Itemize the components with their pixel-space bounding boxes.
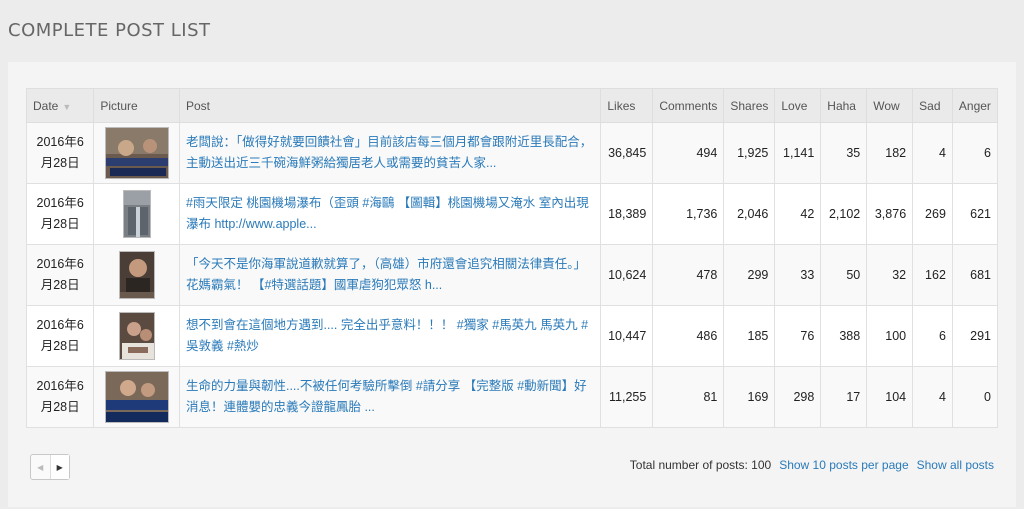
- table-header-row: Date ▼ Picture Post Likes Comments Shares…: [25, 88, 999, 123]
- show-all-posts-link[interactable]: Show all posts: [917, 458, 994, 472]
- picture-cell: [93, 366, 180, 428]
- sad-cell: 4: [912, 122, 953, 184]
- shares-cell: 185: [723, 305, 776, 367]
- chevron-left-icon[interactable]: ◀: [31, 455, 51, 479]
- post-thumbnail[interactable]: [122, 190, 151, 238]
- anger-cell: 681: [951, 244, 999, 306]
- haha-cell: 388: [820, 305, 868, 367]
- date-cell: 2016年6月28日: [25, 244, 95, 306]
- shares-cell: 1,925: [723, 122, 776, 184]
- picture-cell: [93, 244, 180, 306]
- comments-cell: 478: [652, 244, 725, 306]
- sad-cell: 4: [912, 366, 953, 428]
- column-header-date[interactable]: Date ▼: [25, 88, 95, 123]
- post-thumbnail[interactable]: [118, 312, 155, 360]
- post-link[interactable]: #雨天限定 桃園機場瀑布（歪頭 #海鷗 【圖輯】桃園機場又淹水 室內出現瀑布 h…: [186, 196, 589, 231]
- anger-cell: 6: [951, 122, 999, 184]
- column-header-haha[interactable]: Haha: [820, 88, 868, 123]
- column-header-picture[interactable]: Picture: [93, 88, 180, 123]
- wow-cell: 104: [866, 366, 914, 428]
- comments-cell: 486: [652, 305, 725, 367]
- page-title: COMPLETE POST LIST: [8, 20, 211, 41]
- post-link[interactable]: 「今天不是你海軍說道歉就算了，（高雄）市府還會追究相關法律責任。」花媽霸氣！ 【…: [186, 257, 586, 292]
- comments-cell: 1,736: [652, 183, 725, 245]
- column-header-wow[interactable]: Wow: [866, 88, 914, 123]
- column-header-anger[interactable]: Anger: [951, 88, 999, 123]
- sort-down-icon[interactable]: ▼: [62, 102, 71, 112]
- anger-cell: 291: [951, 305, 999, 367]
- post-thumbnail[interactable]: [118, 251, 155, 299]
- sad-cell: 6: [912, 305, 953, 367]
- post-link[interactable]: 生命的力量與韌性....不被任何考驗所擊倒 #請分享 【完整版 #動新聞】好消息…: [186, 379, 587, 414]
- column-header-post[interactable]: Post: [178, 88, 602, 123]
- wow-cell: 100: [866, 305, 914, 367]
- column-header-love[interactable]: Love: [774, 88, 822, 123]
- column-header-shares[interactable]: Shares: [723, 88, 776, 123]
- wow-cell: 32: [866, 244, 914, 306]
- wow-cell: 3,876: [866, 183, 914, 245]
- post-cell: 「今天不是你海軍說道歉就算了，（高雄）市府還會追究相關法律責任。」花媽霸氣！ 【…: [178, 244, 602, 306]
- comments-cell: 81: [652, 366, 725, 428]
- table-row: 2016年6月28日 想不到會在這個地方遇到.... 完全出乎意料！！！ #獨家…: [25, 305, 999, 367]
- haha-cell: 17: [820, 366, 868, 428]
- date-cell: 2016年6月28日: [25, 366, 95, 428]
- shares-cell: 299: [723, 244, 776, 306]
- table-row: 2016年6月28日 「今天不是你海軍說道歉就算了，（高雄）市府還會追究相關法律…: [25, 244, 999, 306]
- likes-cell: 36,845: [600, 122, 654, 184]
- sad-cell: 269: [912, 183, 953, 245]
- likes-cell: 18,389: [600, 183, 654, 245]
- table-row: 2016年6月28日 老闆說：「做得好就要回饋社會」目前該店每三個月都會跟附近里…: [25, 122, 999, 184]
- post-table: Date ▼ Picture Post Likes Comments Shares…: [25, 88, 999, 428]
- date-cell: 2016年6月28日: [25, 122, 95, 184]
- total-posts-count: Total number of posts: 100: [629, 458, 772, 472]
- post-link[interactable]: 想不到會在這個地方遇到.... 完全出乎意料！！！ #獨家 #馬英九 馬英九 #…: [186, 318, 588, 353]
- date-cell: 2016年6月28日: [25, 305, 95, 367]
- haha-cell: 50: [820, 244, 868, 306]
- post-cell: 老闆說：「做得好就要回饋社會」目前該店每三個月都會跟附近里長配合，主動送出近三千…: [178, 122, 602, 184]
- haha-cell: 35: [820, 122, 868, 184]
- pagination-control: ◀ ▶: [30, 454, 70, 480]
- likes-cell: 10,447: [600, 305, 654, 367]
- likes-cell: 10,624: [600, 244, 654, 306]
- chevron-right-icon[interactable]: ▶: [50, 455, 69, 479]
- picture-cell: [93, 122, 180, 184]
- love-cell: 42: [774, 183, 822, 245]
- post-thumbnail[interactable]: [104, 371, 169, 423]
- column-header-comments[interactable]: Comments: [652, 88, 725, 123]
- anger-cell: 0: [951, 366, 999, 428]
- column-header-likes[interactable]: Likes: [600, 88, 654, 123]
- love-cell: 33: [774, 244, 822, 306]
- date-cell: 2016年6月28日: [25, 183, 95, 245]
- love-cell: 76: [774, 305, 822, 367]
- post-cell: 生命的力量與韌性....不被任何考驗所擊倒 #請分享 【完整版 #動新聞】好消息…: [178, 366, 602, 428]
- picture-cell: [93, 305, 180, 367]
- shares-cell: 169: [723, 366, 776, 428]
- likes-cell: 11,255: [600, 366, 654, 428]
- show-10-per-page-link[interactable]: Show 10 posts per page: [779, 458, 908, 472]
- table-footer: Total number of posts: 100 Show 10 posts…: [630, 458, 994, 472]
- anger-cell: 621: [951, 183, 999, 245]
- picture-cell: [93, 183, 180, 245]
- sad-cell: 162: [912, 244, 953, 306]
- post-list-panel: Date ▼ Picture Post Likes Comments Shares…: [8, 62, 1016, 507]
- shares-cell: 2,046: [723, 183, 776, 245]
- table-row: 2016年6月28日 生命的力量與韌性....不被任何考驗所擊倒 #請分享 【完…: [25, 366, 999, 428]
- post-cell: #雨天限定 桃園機場瀑布（歪頭 #海鷗 【圖輯】桃園機場又淹水 室內出現瀑布 h…: [178, 183, 602, 245]
- column-header-sad[interactable]: Sad: [912, 88, 953, 123]
- love-cell: 298: [774, 366, 822, 428]
- haha-cell: 2,102: [820, 183, 868, 245]
- love-cell: 1,141: [774, 122, 822, 184]
- comments-cell: 494: [652, 122, 725, 184]
- post-cell: 想不到會在這個地方遇到.... 完全出乎意料！！！ #獨家 #馬英九 馬英九 #…: [178, 305, 602, 367]
- post-link[interactable]: 老闆說：「做得好就要回饋社會」目前該店每三個月都會跟附近里長配合，主動送出近三千…: [186, 135, 592, 170]
- table-row: 2016年6月28日 #雨天限定 桃園機場瀑布（歪頭 #海鷗 【圖輯】桃園機場又…: [25, 183, 999, 245]
- wow-cell: 182: [866, 122, 914, 184]
- post-thumbnail[interactable]: [104, 127, 169, 179]
